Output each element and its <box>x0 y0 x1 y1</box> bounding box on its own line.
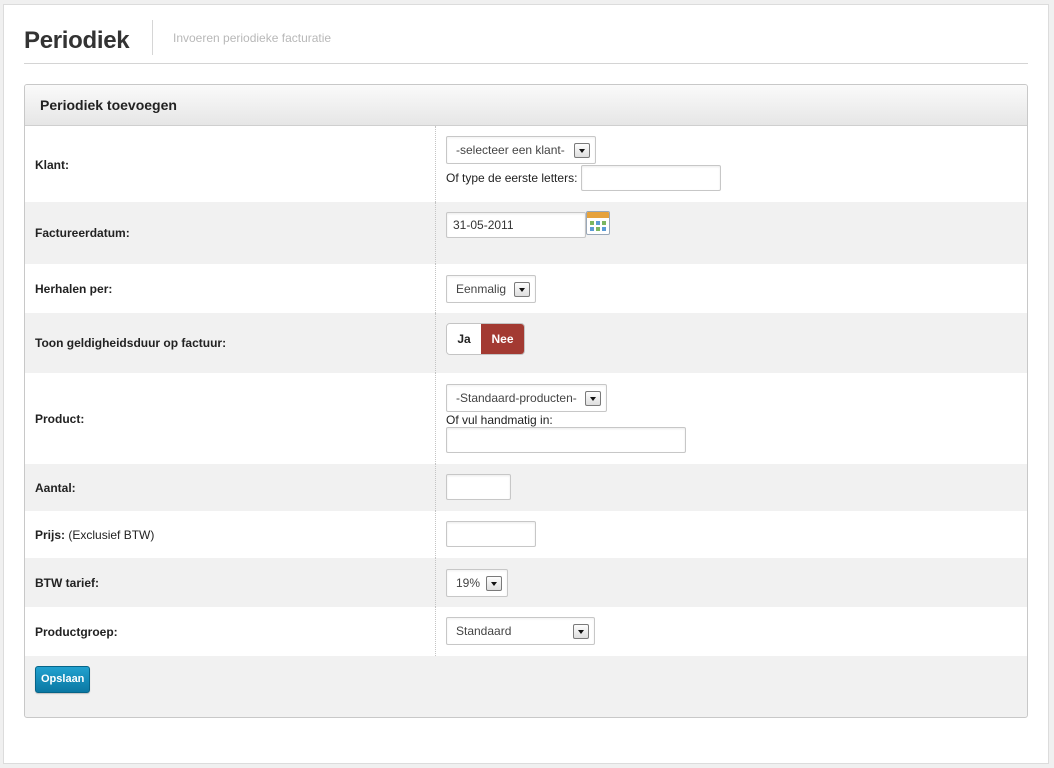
prijs-note: (Exclusief BTW) <box>68 528 155 542</box>
row-actions: Opslaan <box>25 656 1027 716</box>
page-title: Periodiek <box>24 27 130 54</box>
aantal-input[interactable] <box>446 474 511 500</box>
product-label: Product: <box>35 412 85 426</box>
column-divider <box>435 313 436 373</box>
row-geldigheid: Toon geldigheidsduur op factuur: Ja Nee <box>25 313 1027 373</box>
panel-title: Periodiek toevoegen <box>25 85 1027 126</box>
product-select-value: -Standaard-producten- <box>456 391 577 405</box>
row-prijs: Prijs: (Exclusief BTW) <box>25 511 1027 558</box>
btw-label: BTW tarief: <box>35 576 99 590</box>
geldigheid-toggle[interactable]: Ja Nee <box>446 323 525 355</box>
btw-select[interactable]: 19% <box>446 569 508 597</box>
header-divider <box>152 20 153 55</box>
herhalen-label: Herhalen per: <box>35 282 113 296</box>
klant-label: Klant: <box>35 158 69 172</box>
herhalen-select[interactable]: Eenmalig <box>446 275 536 303</box>
chevron-down-icon <box>585 391 601 406</box>
column-divider <box>435 464 436 511</box>
page-frame: Periodiek Invoeren periodieke facturatie… <box>3 4 1049 764</box>
chevron-down-icon <box>573 624 589 639</box>
geldigheid-label: Toon geldigheidsduur op factuur: <box>35 336 227 350</box>
calendar-icon[interactable] <box>586 211 610 235</box>
column-divider <box>435 202 436 264</box>
aantal-label: Aantal: <box>35 481 76 495</box>
btw-select-value: 19% <box>456 576 481 590</box>
form-panel: Periodiek toevoegen Klant: -selecteer ee… <box>24 84 1028 718</box>
row-herhalen: Herhalen per: Eenmalig <box>25 264 1027 313</box>
product-manual-input[interactable] <box>446 427 686 453</box>
productgroep-select[interactable]: Standaard <box>446 617 595 645</box>
page-subtitle: Invoeren periodieke facturatie <box>173 31 332 45</box>
klant-select[interactable]: -selecteer een klant- <box>446 136 596 164</box>
column-divider <box>435 373 436 464</box>
row-klant: Klant: -selecteer een klant- Of type de … <box>25 126 1027 202</box>
herhalen-select-value: Eenmalig <box>456 282 507 296</box>
prijs-label: Prijs: (Exclusief BTW) <box>35 528 154 542</box>
row-btw: BTW tarief: 19% <box>25 558 1027 607</box>
prijs-label-text: Prijs: <box>35 528 66 542</box>
column-divider <box>435 264 436 313</box>
factuurdatum-input[interactable]: 31-05-2011 <box>446 212 586 238</box>
row-product: Product: -Standaard-producten- Of vul ha… <box>25 373 1027 464</box>
chevron-down-icon <box>574 143 590 158</box>
page-header: Periodiek Invoeren periodieke facturatie <box>24 20 1028 64</box>
klant-select-value: -selecteer een klant- <box>456 143 565 157</box>
row-factuurdatum: Factureerdatum: 31-05-2011 <box>25 202 1027 264</box>
product-manual-label: Of vul handmatig in: <box>446 413 553 427</box>
column-divider <box>435 558 436 607</box>
column-divider <box>435 126 436 202</box>
toggle-option-ja[interactable]: Ja <box>447 324 481 354</box>
chevron-down-icon <box>486 576 502 591</box>
klant-search-label: Of type de eerste letters: <box>446 171 578 185</box>
productgroep-label: Productgroep: <box>35 625 118 639</box>
row-productgroep: Productgroep: Standaard <box>25 607 1027 656</box>
product-select[interactable]: -Standaard-producten- <box>446 384 607 412</box>
save-button[interactable]: Opslaan <box>35 666 91 693</box>
chevron-down-icon <box>514 282 530 297</box>
column-divider <box>435 511 436 558</box>
klant-search-input[interactable] <box>581 165 721 191</box>
column-divider <box>435 607 436 656</box>
toggle-option-nee[interactable]: Nee <box>481 324 524 354</box>
productgroep-select-value: Standaard <box>456 624 512 638</box>
row-aantal: Aantal: <box>25 464 1027 511</box>
factuurdatum-label: Factureerdatum: <box>35 226 130 240</box>
prijs-input[interactable] <box>446 521 536 547</box>
